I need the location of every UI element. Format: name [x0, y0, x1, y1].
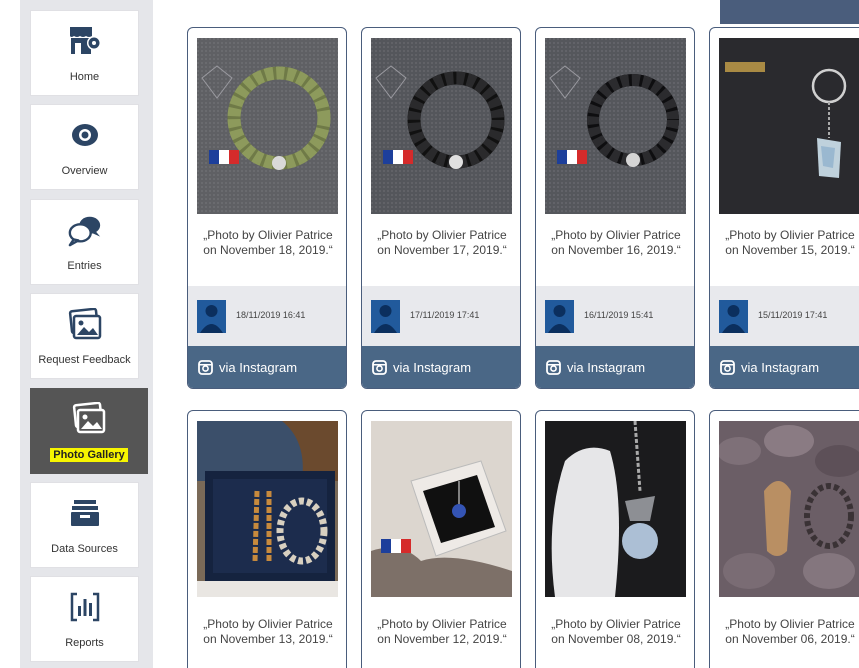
- sidebar-item-label: Entries: [67, 260, 102, 272]
- gallery-card[interactable]: „Photo by Olivier Patrice on November 06…: [709, 410, 859, 668]
- avatar[interactable]: [545, 300, 574, 333]
- post-meta: 17/11/2019 17:41: [362, 286, 520, 346]
- photo-thumbnail[interactable]: [719, 38, 859, 214]
- sidebar-item-photo-gallery[interactable]: Photo Gallery: [30, 388, 148, 474]
- caption-line: on November 06, 2019.“: [725, 632, 855, 646]
- photo-thumbnail[interactable]: [545, 38, 686, 214]
- image-frame-icon: [67, 306, 103, 342]
- photo-caption: „Photo by Olivier Patrice on November 13…: [188, 617, 346, 647]
- photo-caption: „Photo by Olivier Patrice on November 12…: [362, 617, 520, 647]
- via-label: via Instagram: [393, 360, 472, 375]
- sidebar-item-label: Home: [69, 71, 100, 83]
- sidebar-item-home[interactable]: Home: [30, 10, 139, 96]
- caption-line: „Photo by Olivier Patrice: [203, 228, 333, 242]
- photo-caption: „Photo by Olivier Patrice on November 08…: [536, 617, 694, 647]
- photo-caption: „Photo by Olivier Patrice on November 17…: [362, 228, 520, 258]
- post-meta: 15/11/2019 17:41: [710, 286, 859, 346]
- gallery-card[interactable]: „Photo by Olivier Patrice on November 08…: [535, 410, 695, 668]
- header-accent-bar: [720, 0, 859, 24]
- caption-line: on November 12, 2019.“: [377, 632, 507, 646]
- post-meta: 16/11/2019 15:41: [536, 286, 694, 346]
- photo-caption: „Photo by Olivier Patrice on November 16…: [536, 228, 694, 258]
- bar-chart-icon: [67, 589, 103, 625]
- via-instagram-link[interactable]: via Instagram: [362, 346, 520, 388]
- sidebar-item-label: Request Feedback: [38, 354, 131, 366]
- caption-line: „Photo by Olivier Patrice: [377, 228, 507, 242]
- gallery-card[interactable]: „Photo by Olivier Patrice on November 17…: [361, 27, 521, 389]
- caption-line: on November 13, 2019.“: [203, 632, 333, 646]
- instagram-icon: [372, 360, 387, 375]
- sidebar-item-request-feedback[interactable]: Request Feedback: [30, 293, 139, 379]
- caption-line: „Photo by Olivier Patrice: [725, 228, 855, 242]
- photo-thumbnail[interactable]: [197, 421, 338, 597]
- gallery-card[interactable]: „Photo by Olivier Patrice on November 15…: [709, 27, 859, 389]
- caption-line: „Photo by Olivier Patrice: [551, 617, 681, 631]
- chat-bubbles-icon: [67, 212, 103, 248]
- sidebar: Home Overview Entries Request Feedback P…: [0, 0, 153, 668]
- photo-thumbnail[interactable]: [719, 421, 859, 597]
- caption-line: „Photo by Olivier Patrice: [203, 617, 333, 631]
- photo-thumbnail[interactable]: [371, 38, 512, 214]
- photo-gallery-icon: [71, 400, 107, 436]
- caption-line: on November 15, 2019.“: [725, 243, 855, 257]
- caption-line: on November 16, 2019.“: [551, 243, 681, 257]
- avatar[interactable]: [719, 300, 748, 333]
- gallery-card[interactable]: „Photo by Olivier Patrice on November 12…: [361, 410, 521, 668]
- gallery-card[interactable]: „Photo by Olivier Patrice on November 18…: [187, 27, 347, 389]
- via-instagram-link[interactable]: via Instagram: [188, 346, 346, 388]
- post-date: 15/11/2019 17:41: [758, 310, 828, 320]
- photo-caption: „Photo by Olivier Patrice on November 15…: [710, 228, 859, 258]
- post-date: 18/11/2019 16:41: [236, 310, 306, 320]
- sidebar-item-label: Reports: [65, 637, 104, 649]
- home-store-icon: [67, 23, 103, 59]
- caption-line: on November 17, 2019.“: [377, 243, 507, 257]
- via-instagram-link[interactable]: via Instagram: [536, 346, 694, 388]
- avatar[interactable]: [371, 300, 400, 333]
- caption-line: on November 18, 2019.“: [203, 243, 333, 257]
- inbox-tray-icon: [67, 495, 103, 531]
- instagram-icon: [720, 360, 735, 375]
- avatar[interactable]: [197, 300, 226, 333]
- gallery-card[interactable]: „Photo by Olivier Patrice on November 13…: [187, 410, 347, 668]
- via-label: via Instagram: [567, 360, 646, 375]
- post-meta: 18/11/2019 16:41: [188, 286, 346, 346]
- caption-line: „Photo by Olivier Patrice: [551, 228, 681, 242]
- photo-thumbnail[interactable]: [371, 421, 512, 597]
- instagram-icon: [198, 360, 213, 375]
- post-date: 16/11/2019 15:41: [584, 310, 654, 320]
- sidebar-item-label: Overview: [61, 165, 108, 177]
- via-label: via Instagram: [219, 360, 298, 375]
- sidebar-item-entries[interactable]: Entries: [30, 199, 139, 285]
- via-label: via Instagram: [741, 360, 820, 375]
- photo-thumbnail[interactable]: [545, 421, 686, 597]
- photo-caption: „Photo by Olivier Patrice on November 06…: [710, 617, 859, 647]
- sidebar-item-overview[interactable]: Overview: [30, 104, 139, 190]
- gallery-card[interactable]: „Photo by Olivier Patrice on November 16…: [535, 27, 695, 389]
- eye-icon: [67, 117, 103, 153]
- sidebar-item-label: Photo Gallery: [50, 448, 128, 462]
- caption-line: „Photo by Olivier Patrice: [377, 617, 507, 631]
- photo-thumbnail[interactable]: [197, 38, 338, 214]
- sidebar-item-reports[interactable]: Reports: [30, 576, 139, 662]
- via-instagram-link[interactable]: via Instagram: [710, 346, 859, 388]
- photo-caption: „Photo by Olivier Patrice on November 18…: [188, 228, 346, 258]
- caption-line: on November 08, 2019.“: [551, 632, 681, 646]
- post-date: 17/11/2019 17:41: [410, 310, 480, 320]
- caption-line: „Photo by Olivier Patrice: [725, 617, 855, 631]
- sidebar-item-label: Data Sources: [51, 543, 118, 555]
- instagram-icon: [546, 360, 561, 375]
- sidebar-item-data-sources[interactable]: Data Sources: [30, 482, 139, 568]
